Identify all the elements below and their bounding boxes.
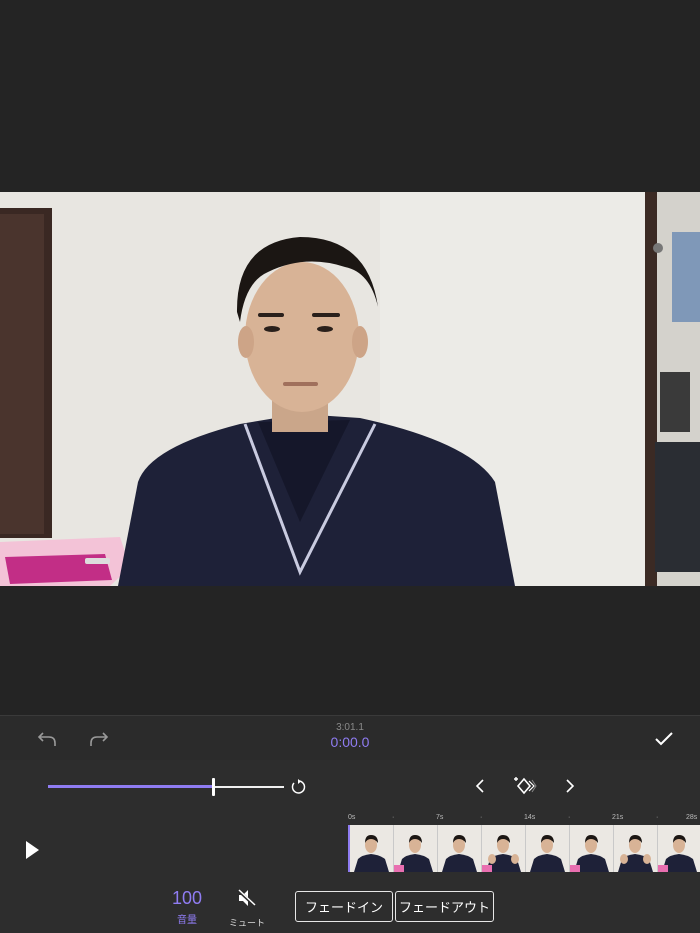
timeline-tick: 7s [436, 814, 444, 821]
filmstrip-thumbnail [394, 825, 438, 872]
chevron-right-icon [566, 779, 575, 793]
volume-value: 100 [171, 888, 203, 908]
timeline-tick: · [392, 814, 395, 821]
timeline-ruler: 0s · 7s · 14s · 21s · 28s [348, 812, 700, 826]
previous-keyframe-button[interactable] [470, 776, 490, 796]
total-duration: 3:01.1 [336, 722, 364, 733]
timeline[interactable]: 0s · 7s · 14s · 21s · 28s [348, 812, 700, 874]
mute-button[interactable]: ミュート [224, 888, 270, 929]
timeline-tick: 21s [612, 814, 624, 821]
add-keyframe-button[interactable] [510, 774, 538, 798]
play-icon [26, 841, 39, 859]
filmstrip-thumbnail [350, 825, 394, 872]
timeline-tick: · [480, 814, 483, 821]
filmstrip-thumbnail [658, 825, 700, 872]
keyframe-add-icon [514, 777, 537, 795]
undo-icon [37, 732, 56, 746]
volume-label: 音量 [177, 915, 197, 926]
timeline-tick: · [568, 814, 571, 821]
volume-slider[interactable] [48, 778, 284, 796]
slider-fill [48, 785, 214, 788]
slider-thumb[interactable] [212, 778, 216, 796]
redo-icon [90, 732, 109, 746]
mute-label: ミュート [228, 919, 265, 929]
play-button[interactable] [18, 836, 46, 864]
timeline-tick: · [656, 814, 659, 821]
fade-out-button[interactable]: フェードアウト [395, 891, 494, 922]
timecode-display: 3:01.1 0:00.0 [300, 722, 400, 750]
video-frame-image [0, 192, 700, 586]
volume-control[interactable]: 100 音量 [166, 888, 208, 926]
timeline-tick: 14s [524, 814, 536, 821]
next-keyframe-button[interactable] [560, 776, 580, 796]
filmstrip-thumbnail [614, 825, 658, 872]
filmstrip-thumbnail [482, 825, 526, 872]
fade-in-button[interactable]: フェードイン [295, 891, 393, 922]
timeline-tick: 28s [686, 814, 698, 821]
filmstrip[interactable] [348, 825, 700, 872]
confirm-button[interactable] [650, 725, 678, 753]
edit-toolbar: 3:01.1 0:00.0 [0, 715, 700, 761]
checkmark-icon [655, 732, 673, 746]
current-time: 0:00.0 [330, 734, 370, 750]
video-preview-area [0, 0, 700, 715]
video-frame[interactable] [0, 192, 700, 586]
reset-icon [291, 779, 306, 794]
filmstrip-thumbnail [570, 825, 614, 872]
filmstrip-thumbnail [526, 825, 570, 872]
redo-button[interactable] [86, 726, 112, 752]
timeline-tick: 0s [348, 814, 356, 821]
mute-icon [236, 888, 257, 908]
undo-button[interactable] [34, 726, 60, 752]
filmstrip-thumbnail [438, 825, 482, 872]
reset-button[interactable] [288, 777, 308, 797]
chevron-left-icon [475, 779, 484, 793]
